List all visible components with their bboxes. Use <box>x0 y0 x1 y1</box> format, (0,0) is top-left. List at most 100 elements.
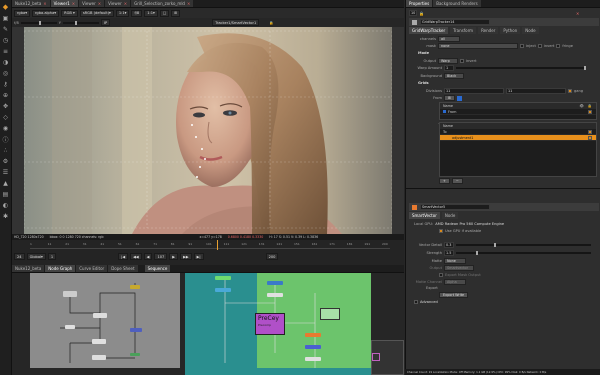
toolsets-icon[interactable]: ⚙ <box>1 157 10 166</box>
gain-slider[interactable] <box>20 20 57 25</box>
proxy-select[interactable]: 1:1 ▾ <box>144 9 158 17</box>
seq-node-read-enable[interactable] <box>215 288 231 292</box>
seq-node-smartvector[interactable] <box>305 333 321 337</box>
furnace-icon[interactable]: ▲ <box>1 179 10 188</box>
precmy-node[interactable]: PreCey Precomp <box>255 313 285 335</box>
other-icon[interactable]: ☰ <box>1 168 10 177</box>
play-back-button[interactable]: ◀ <box>143 253 153 260</box>
seq-node-write[interactable] <box>305 357 321 361</box>
visible-icon[interactable]: 👁 <box>579 104 583 108</box>
tab-sv-node[interactable]: Node <box>441 212 459 219</box>
prev-key-button[interactable]: ◀◀ <box>130 253 142 260</box>
tab-transform[interactable]: Transform <box>450 27 477 34</box>
node-read1[interactable] <box>63 291 77 297</box>
display-channel-select[interactable]: RGB ▾ <box>61 9 78 17</box>
tab-node-graph[interactable]: Node Graph <box>45 265 76 272</box>
seq-node-display[interactable] <box>215 276 231 280</box>
transform-icon[interactable]: ✥ <box>1 102 10 111</box>
tab-gridwarptracker[interactable]: GridWarpTracker <box>409 27 449 34</box>
channel-icon[interactable]: ≡ <box>1 47 10 56</box>
tab-background-renders[interactable]: Background Renders <box>433 0 481 7</box>
matte-channel-dropdown[interactable]: Alpha <box>444 279 466 285</box>
node-write1[interactable] <box>92 355 106 360</box>
tab-sequence[interactable]: Sequence <box>144 265 171 272</box>
tab-smartvector[interactable]: SmartVector <box>409 212 440 219</box>
export-mask-checkbox[interactable] <box>439 273 443 277</box>
mask-dropdown[interactable]: none <box>438 43 518 49</box>
gamma-slider[interactable] <box>62 20 99 25</box>
viewer-canvas[interactable] <box>12 27 404 234</box>
max-panels-field[interactable]: 10 <box>409 10 417 16</box>
particles-icon[interactable]: ∴ <box>1 146 10 155</box>
node-transform[interactable] <box>130 328 142 332</box>
invert-mask-checkbox[interactable] <box>537 44 542 48</box>
node-blur[interactable] <box>65 325 75 329</box>
tab-node[interactable]: Node <box>522 27 539 34</box>
ip-button[interactable]: IP <box>100 19 111 26</box>
first-frame-button[interactable]: |◀ <box>118 253 129 260</box>
channels-select[interactable]: rgba ▾ <box>14 9 30 17</box>
matte-dropdown[interactable]: None <box>444 258 466 264</box>
frame-select[interactable]: f/8 <box>131 9 143 17</box>
wipe-button[interactable]: ⊞ <box>171 9 181 17</box>
from-color-chip[interactable] <box>456 95 462 101</box>
sv-output-dropdown[interactable]: Smartvector <box>444 265 474 271</box>
invert-checkbox[interactable] <box>460 59 464 63</box>
tab-properties[interactable]: Properties <box>406 0 433 7</box>
ofx-icon[interactable]: ✱ <box>1 212 10 221</box>
keyer-icon[interactable]: ⚷ <box>1 80 10 89</box>
metadata-icon[interactable]: ⓘ <box>1 135 10 144</box>
close-icon[interactable]: × <box>124 0 127 7</box>
node-color-icon[interactable] <box>412 19 417 25</box>
tab-nuke12-beta[interactable]: Nuke12_beta × <box>12 0 50 7</box>
tab-python[interactable]: Python <box>500 27 521 34</box>
tab-viewer[interactable]: Viewer × <box>79 0 105 7</box>
smartvector-header[interactable]: SmartVector5 <box>409 203 599 211</box>
lock-icon[interactable]: 🔒 <box>419 11 424 16</box>
play-button[interactable]: ▶ <box>169 253 179 260</box>
vector-detail-field[interactable]: 0.3 <box>444 242 454 248</box>
close-icon[interactable]: × <box>98 0 101 7</box>
roi-button[interactable]: □ <box>159 9 170 17</box>
tab-render[interactable]: Render <box>478 27 499 34</box>
end-frame-field[interactable]: 200 <box>265 253 279 260</box>
color-icon[interactable]: ◑ <box>1 58 10 67</box>
layer-visible-checkbox[interactable] <box>588 109 592 114</box>
inject-checkbox[interactable] <box>520 44 524 48</box>
deep-icon[interactable]: ▤ <box>1 190 10 199</box>
layer-visible-checkbox[interactable] <box>588 135 592 140</box>
output-dropdown[interactable]: Warp <box>438 58 458 64</box>
next-key-button[interactable]: ▶▶ <box>180 253 192 260</box>
start-frame-field[interactable]: 1 <box>47 253 57 260</box>
cara-icon[interactable]: ◐ <box>1 201 10 210</box>
3d-icon[interactable]: ◇ <box>1 113 10 122</box>
draw-icon[interactable]: ✎ <box>1 25 10 34</box>
vector-detail-slider[interactable] <box>456 243 591 247</box>
alpha-select[interactable]: rgba.alpha ▾ <box>32 9 60 17</box>
advanced-toggle[interactable] <box>414 300 418 304</box>
colorspace-select[interactable]: sRGB (default) ▾ <box>79 9 114 17</box>
from-button[interactable]: ⊞ <box>444 95 455 101</box>
close-icon[interactable]: × <box>187 0 190 7</box>
use-gpu-checkbox[interactable] <box>439 229 443 233</box>
time-icon[interactable]: ◷ <box>1 36 10 45</box>
remove-layer-button[interactable]: − <box>451 178 463 184</box>
views-icon[interactable]: ◉ <box>1 124 10 133</box>
image-icon[interactable]: ▣ <box>1 14 10 23</box>
node-color-icon[interactable] <box>412 204 417 210</box>
sequence-panel[interactable]: PreCey Precomp <box>185 273 371 375</box>
tab-viewer1[interactable]: Viewer1 × <box>50 0 79 7</box>
playback-mode-select[interactable]: Global ▾ <box>26 253 46 260</box>
lock-icon[interactable]: 🔒 <box>269 21 273 25</box>
warp-slider[interactable] <box>456 66 586 70</box>
background-dropdown[interactable]: Black <box>444 73 464 79</box>
to-layer-row-selected[interactable]: adjustment1 <box>440 135 596 141</box>
close-icon[interactable]: × <box>43 0 46 7</box>
export-write-button[interactable]: Export Write <box>439 292 469 298</box>
node-dot[interactable] <box>130 353 140 356</box>
node-merge[interactable] <box>130 285 140 289</box>
div-y-field[interactable]: 11 <box>506 88 566 94</box>
tab-grill-selection[interactable]: Grill_Selection_zorko_mld × <box>131 0 194 7</box>
tab-viewer-2[interactable]: Viewer × <box>105 0 131 7</box>
zoom-select[interactable]: 1:1 ▾ <box>115 9 130 17</box>
